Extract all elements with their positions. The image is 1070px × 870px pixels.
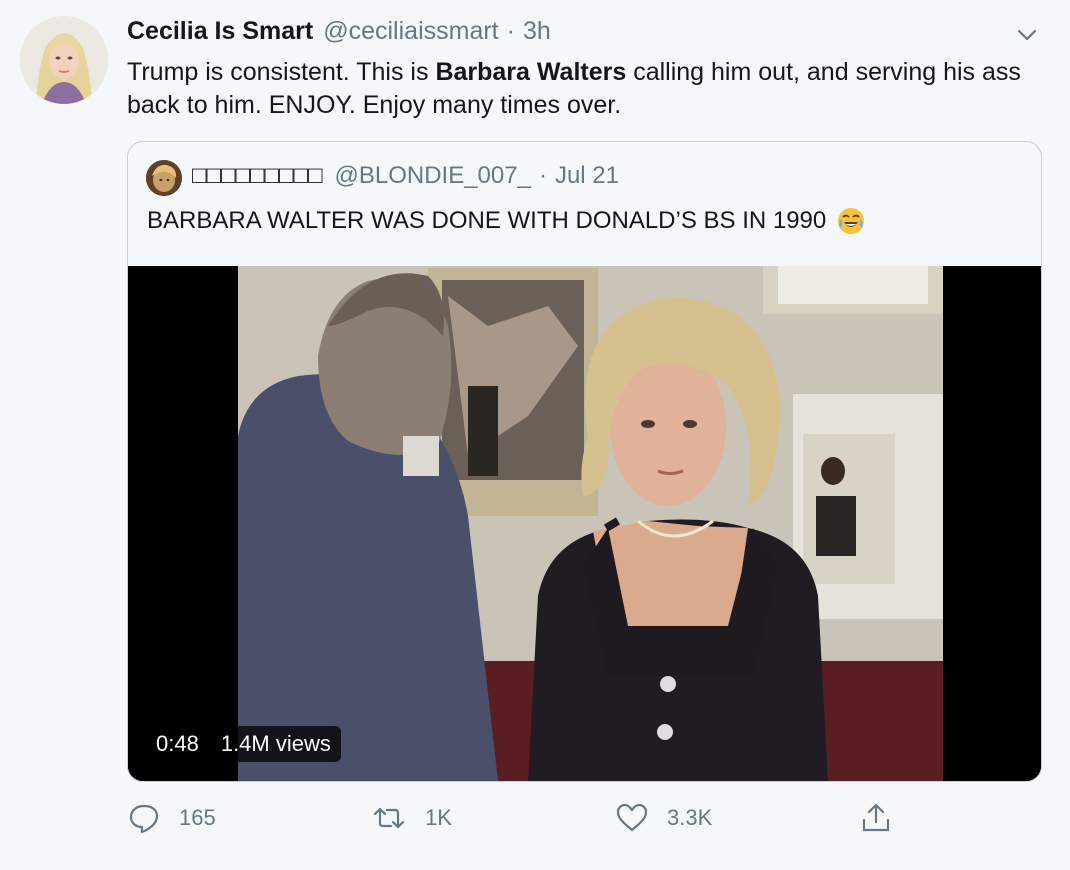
avatar[interactable] xyxy=(20,16,108,104)
tweet-text-bold: Barbara Walters xyxy=(435,58,627,86)
quoted-timestamp[interactable]: Jul 21 xyxy=(555,162,619,190)
video-views: 1.4M views xyxy=(220,731,331,756)
quoted-avatar[interactable] xyxy=(146,160,182,196)
video-info-badge: 0:48 1.4M views xyxy=(146,726,341,762)
tweet-text: Trump is consistent. This is Barbara Wal… xyxy=(127,56,1057,122)
tweet: Cecilia Is Smart @ceciliaissmart · 3h Tr… xyxy=(0,0,1070,870)
share-icon xyxy=(862,803,890,832)
video-duration: 0:48 xyxy=(156,731,199,756)
quoted-tweet[interactable]: □□□□□□□□□ @BLONDIE_007_ · Jul 21 BARBARA… xyxy=(127,141,1042,782)
video-frame xyxy=(128,266,1041,781)
timestamp[interactable]: 3h xyxy=(523,17,551,46)
retweet-button[interactable]: 1K xyxy=(371,800,452,836)
like-button[interactable]: 3.3K xyxy=(615,800,712,836)
face-with-tears-of-joy-icon xyxy=(836,206,866,236)
retweet-icon xyxy=(373,807,405,829)
quoted-header: □□□□□□□□□ @BLONDIE_007_ · Jul 21 xyxy=(192,162,619,190)
share-button[interactable] xyxy=(859,800,893,836)
reply-count: 165 xyxy=(179,805,216,830)
like-icon xyxy=(616,803,648,832)
quoted-handle[interactable]: @BLONDIE_007_ xyxy=(334,162,530,190)
handle[interactable]: @ceciliaissmart xyxy=(323,17,498,46)
quoted-separator-dot: · xyxy=(538,162,547,189)
quoted-text-row: BARBARA WALTER WAS DONE WITH DONALD’S BS… xyxy=(147,206,866,236)
chevron-down-icon[interactable] xyxy=(1014,22,1040,48)
retweet-count: 1K xyxy=(425,805,452,830)
reply-icon xyxy=(129,804,159,834)
tweet-header: Cecilia Is Smart @ceciliaissmart · 3h xyxy=(127,17,551,49)
like-count: 3.3K xyxy=(667,805,713,830)
quoted-display-name[interactable]: □□□□□□□□□ xyxy=(192,162,322,190)
tweet-text-start: Trump is consistent. This is xyxy=(127,58,436,86)
reply-button[interactable]: 165 xyxy=(127,800,216,836)
display-name[interactable]: Cecilia Is Smart xyxy=(127,17,313,46)
quoted-text: BARBARA WALTER WAS DONE WITH DONALD’S BS… xyxy=(147,207,827,234)
action-bar: 165 1K 3.3K xyxy=(127,800,1040,836)
separator-dot: · xyxy=(506,17,515,45)
video-player[interactable]: 0:48 1.4M views xyxy=(128,266,1041,781)
